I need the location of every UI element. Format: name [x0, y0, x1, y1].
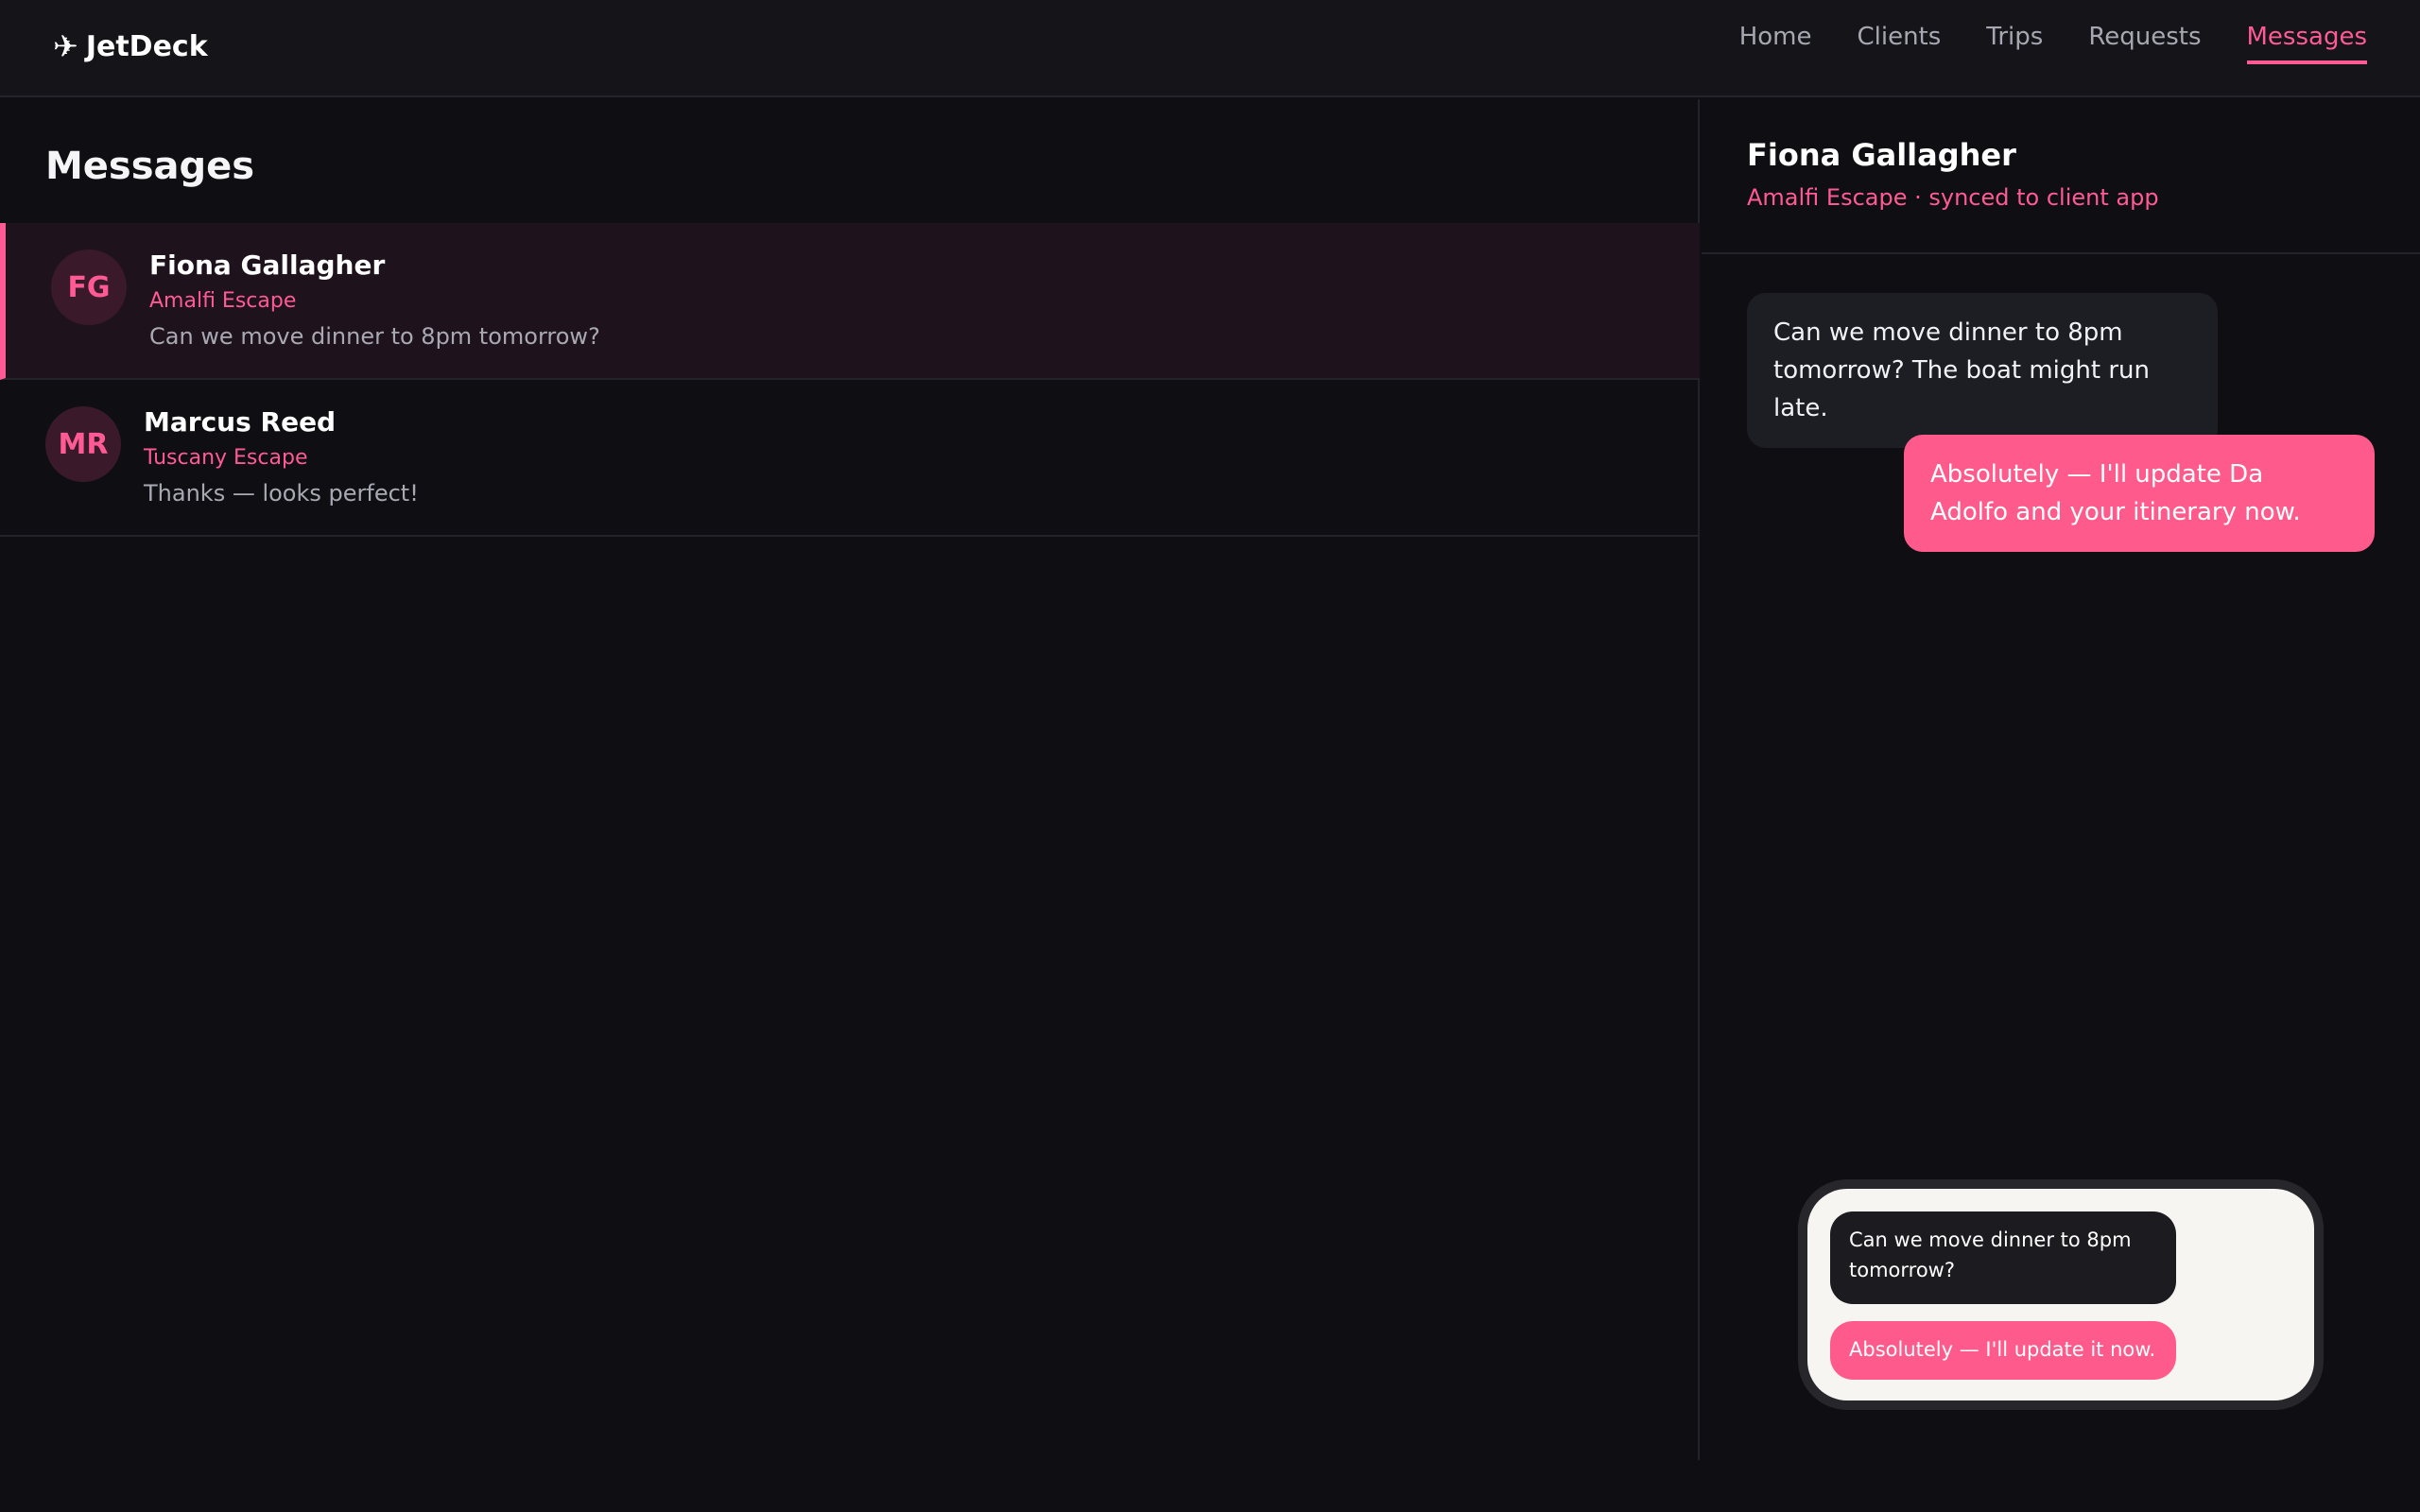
chat-subtitle: Amalfi Escape · synced to client app [1747, 184, 2159, 211]
nav-item-trips[interactable]: Trips [1986, 23, 2043, 64]
nav-item-home[interactable]: Home [1739, 23, 1812, 64]
phone-screen: Can we move dinner to 8pm tomorrow? Abso… [1807, 1189, 2314, 1400]
chat-contact-name: Fiona Gallagher [1747, 137, 2016, 173]
airplane-icon: ✈ [53, 28, 78, 64]
brand-name: JetDeck [85, 29, 208, 63]
conversation-item-marcus-reed[interactable]: MR Marcus Reed Tuscany Escape Thanks — l… [0, 380, 1700, 537]
avatar: FG [51, 249, 127, 325]
conversation-trip: Amalfi Escape [149, 289, 297, 313]
phone-message-outgoing: Absolutely — I'll update it now. [1830, 1321, 2176, 1380]
conversation-item-fiona-gallagher[interactable]: FG Fiona Gallagher Amalfi Escape Can we … [0, 223, 1700, 380]
nav-item-messages[interactable]: Messages [2246, 23, 2367, 64]
chat-header: Fiona Gallagher Amalfi Escape · synced t… [1702, 99, 2420, 254]
main-nav: Home Clients Trips Requests Messages [1739, 23, 2367, 64]
conversation-list-panel: Messages FG Fiona Gallagher Amalfi Escap… [0, 99, 1700, 1460]
page-title: Messages [45, 145, 255, 188]
client-app-phone-preview: Can we move dinner to 8pm tomorrow? Abso… [1798, 1179, 2324, 1410]
conversation-name: Fiona Gallagher [149, 249, 386, 281]
phone-message-incoming: Can we move dinner to 8pm tomorrow? [1830, 1211, 2176, 1304]
conversation-preview: Thanks — looks perfect! [144, 480, 419, 507]
message-bubble-incoming: Can we move dinner to 8pm tomorrow? The … [1747, 293, 2218, 448]
conversation-preview: Can we move dinner to 8pm tomorrow? [149, 323, 600, 350]
conversation-name: Marcus Reed [144, 406, 337, 438]
nav-item-clients[interactable]: Clients [1857, 23, 1941, 64]
message-bubble-outgoing: Absolutely — I'll update Da Adolfo and y… [1904, 435, 2375, 552]
conversation-trip: Tuscany Escape [144, 446, 308, 470]
nav-item-requests[interactable]: Requests [2088, 23, 2201, 64]
top-navigation-bar: ✈ JetDeck Home Clients Trips Requests Me… [0, 0, 2420, 97]
brand-logo[interactable]: ✈ JetDeck [53, 28, 208, 64]
avatar: MR [45, 406, 121, 482]
